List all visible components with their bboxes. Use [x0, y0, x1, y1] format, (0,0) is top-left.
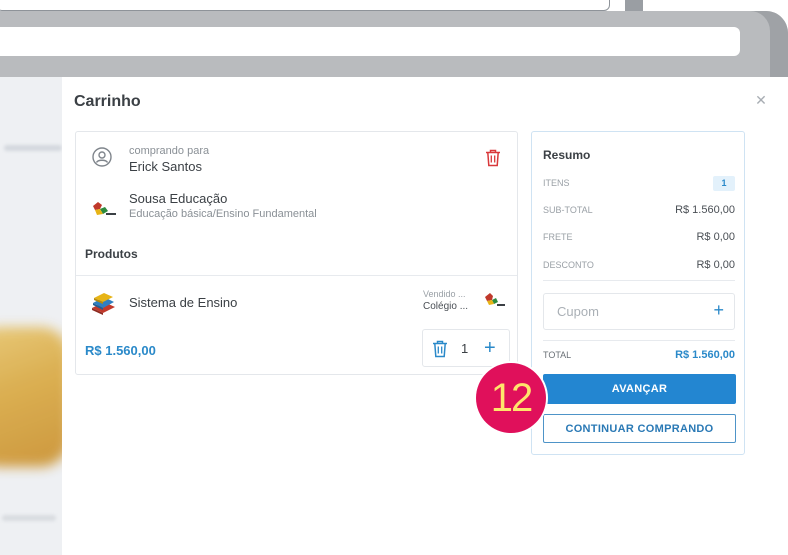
books-icon	[92, 293, 115, 315]
summary-divider	[543, 340, 735, 341]
summary-key: SUB-TOTAL	[543, 205, 593, 215]
background-caption	[2, 515, 56, 521]
drawer-title: Carrinho	[74, 93, 141, 110]
summary-row-subtotal: SUB-TOTAL R$ 1.560,00	[543, 204, 735, 219]
summary-value: R$ 0,00	[696, 231, 735, 243]
plus-icon[interactable]: +	[713, 300, 724, 321]
close-icon[interactable]: ✕	[753, 92, 769, 108]
total-value: R$ 1.560,00	[675, 349, 735, 361]
step-number: 12	[490, 376, 534, 420]
vendor-label: Vendido ...	[423, 289, 466, 299]
top-strip	[0, 0, 788, 11]
school-segment: Educação básica/Ensino Fundamental	[129, 208, 317, 220]
step-marker: 12	[474, 361, 548, 435]
total-label: TOTAL	[543, 350, 572, 360]
address-bar[interactable]	[0, 27, 740, 56]
products-divider	[76, 275, 517, 276]
summary-key: ITENS	[543, 178, 570, 188]
background-product-image	[0, 327, 62, 467]
summary-row-items: ITENS 1	[543, 176, 735, 192]
continue-shopping-button[interactable]: CONTINUAR COMPRANDO	[543, 414, 736, 443]
summary-divider	[543, 280, 735, 281]
summary-key: FRETE	[543, 232, 573, 242]
cart-drawer: Carrinho ✕ comprando para Erick Santos S…	[62, 77, 788, 555]
top-grip	[625, 0, 643, 11]
coupon-input[interactable]	[544, 294, 704, 329]
background-page	[0, 77, 62, 555]
summary-value: R$ 1.560,00	[675, 204, 735, 216]
plus-icon[interactable]: +	[484, 337, 496, 359]
buyer-label: comprando para	[129, 145, 210, 157]
advance-button[interactable]: AVANÇAR	[543, 374, 736, 404]
school-name: Sousa Educação	[129, 191, 228, 206]
vendor-name: Colégio ...	[423, 301, 469, 312]
trash-icon[interactable]	[485, 149, 501, 167]
buyer-name: Erick Santos	[129, 159, 202, 174]
product-price: R$ 1.560,00	[85, 343, 156, 358]
user-circle-icon	[92, 147, 112, 167]
vendor-logo-icon	[485, 293, 505, 306]
browser-chrome	[0, 11, 788, 77]
items-count-badge: 1	[713, 176, 735, 191]
quantity-value: 1	[461, 341, 469, 356]
cart-items-card: comprando para Erick Santos Sousa Educaç…	[75, 131, 518, 375]
summary-key: DESCONTO	[543, 260, 594, 270]
top-field	[0, 0, 610, 11]
products-heading: Produtos	[85, 247, 138, 261]
summary-row-shipping: FRETE R$ 0,00	[543, 231, 735, 246]
summary-value: R$ 0,00	[696, 259, 735, 271]
summary-card: Resumo ITENS 1 SUB-TOTAL R$ 1.560,00 FRE…	[531, 131, 745, 455]
coupon-field: +	[543, 293, 735, 330]
product-name: Sistema de Ensino	[129, 295, 238, 310]
summary-title: Resumo	[543, 148, 591, 162]
summary-total-row: TOTAL R$ 1.560,00	[543, 349, 735, 364]
summary-row-discount: DESCONTO R$ 0,00	[543, 259, 735, 274]
trash-icon[interactable]	[432, 340, 448, 358]
school-logo-icon	[93, 202, 116, 215]
background-breadcrumb	[4, 145, 62, 151]
